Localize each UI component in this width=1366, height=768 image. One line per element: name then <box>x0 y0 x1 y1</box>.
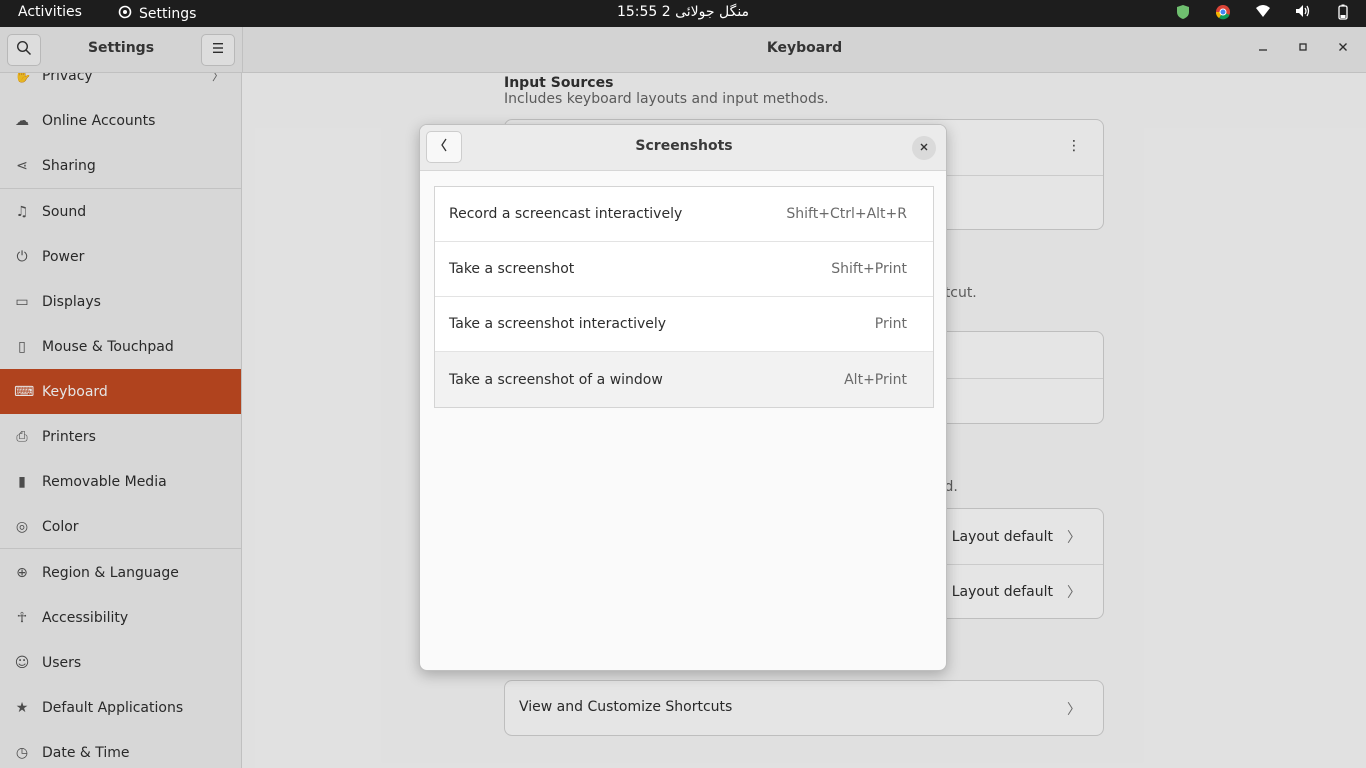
shortcut-name: Record a screencast interactively <box>449 206 683 222</box>
top-bar: Activities Settings 15:55 منگل جولائی 2 <box>0 0 1366 27</box>
close-icon <box>919 141 929 155</box>
dialog-title: Screenshots <box>635 138 733 154</box>
system-tray[interactable] <box>1174 4 1352 22</box>
shortcut-row-screenshot-window[interactable]: Take a screenshot of a window Alt+Print <box>435 352 933 407</box>
shortcut-row-record-screencast[interactable]: Record a screencast interactively Shift+… <box>435 187 933 242</box>
shortcut-accelerator: Print <box>874 316 907 332</box>
shortcut-row-take-screenshot[interactable]: Take a screenshot Shift+Print <box>435 242 933 297</box>
chrome-icon[interactable] <box>1214 4 1232 22</box>
clock[interactable]: 15:55 منگل جولائی 2 <box>0 4 1366 20</box>
dialog-header: Screenshots <box>420 125 946 171</box>
wifi-icon[interactable] <box>1254 4 1272 22</box>
shortcut-accelerator: Shift+Print <box>831 261 907 277</box>
dialog-close-button[interactable] <box>912 136 936 160</box>
shortcut-name: Take a screenshot interactively <box>449 316 667 332</box>
shortcut-name: Take a screenshot of a window <box>449 371 663 388</box>
shortcut-row-screenshot-interactively[interactable]: Take a screenshot interactively Print <box>435 297 933 352</box>
shield-icon[interactable] <box>1174 4 1192 22</box>
shortcut-accelerator: Alt+Print <box>844 371 907 388</box>
shortcut-name: Take a screenshot <box>449 261 575 277</box>
volume-icon[interactable] <box>1294 4 1312 22</box>
screenshots-dialog: Screenshots Record a screencast interact… <box>419 124 947 671</box>
shortcut-accelerator: Shift+Ctrl+Alt+R <box>786 206 907 222</box>
shortcut-list: Record a screencast interactively Shift+… <box>434 186 934 408</box>
battery-icon[interactable] <box>1334 4 1352 22</box>
